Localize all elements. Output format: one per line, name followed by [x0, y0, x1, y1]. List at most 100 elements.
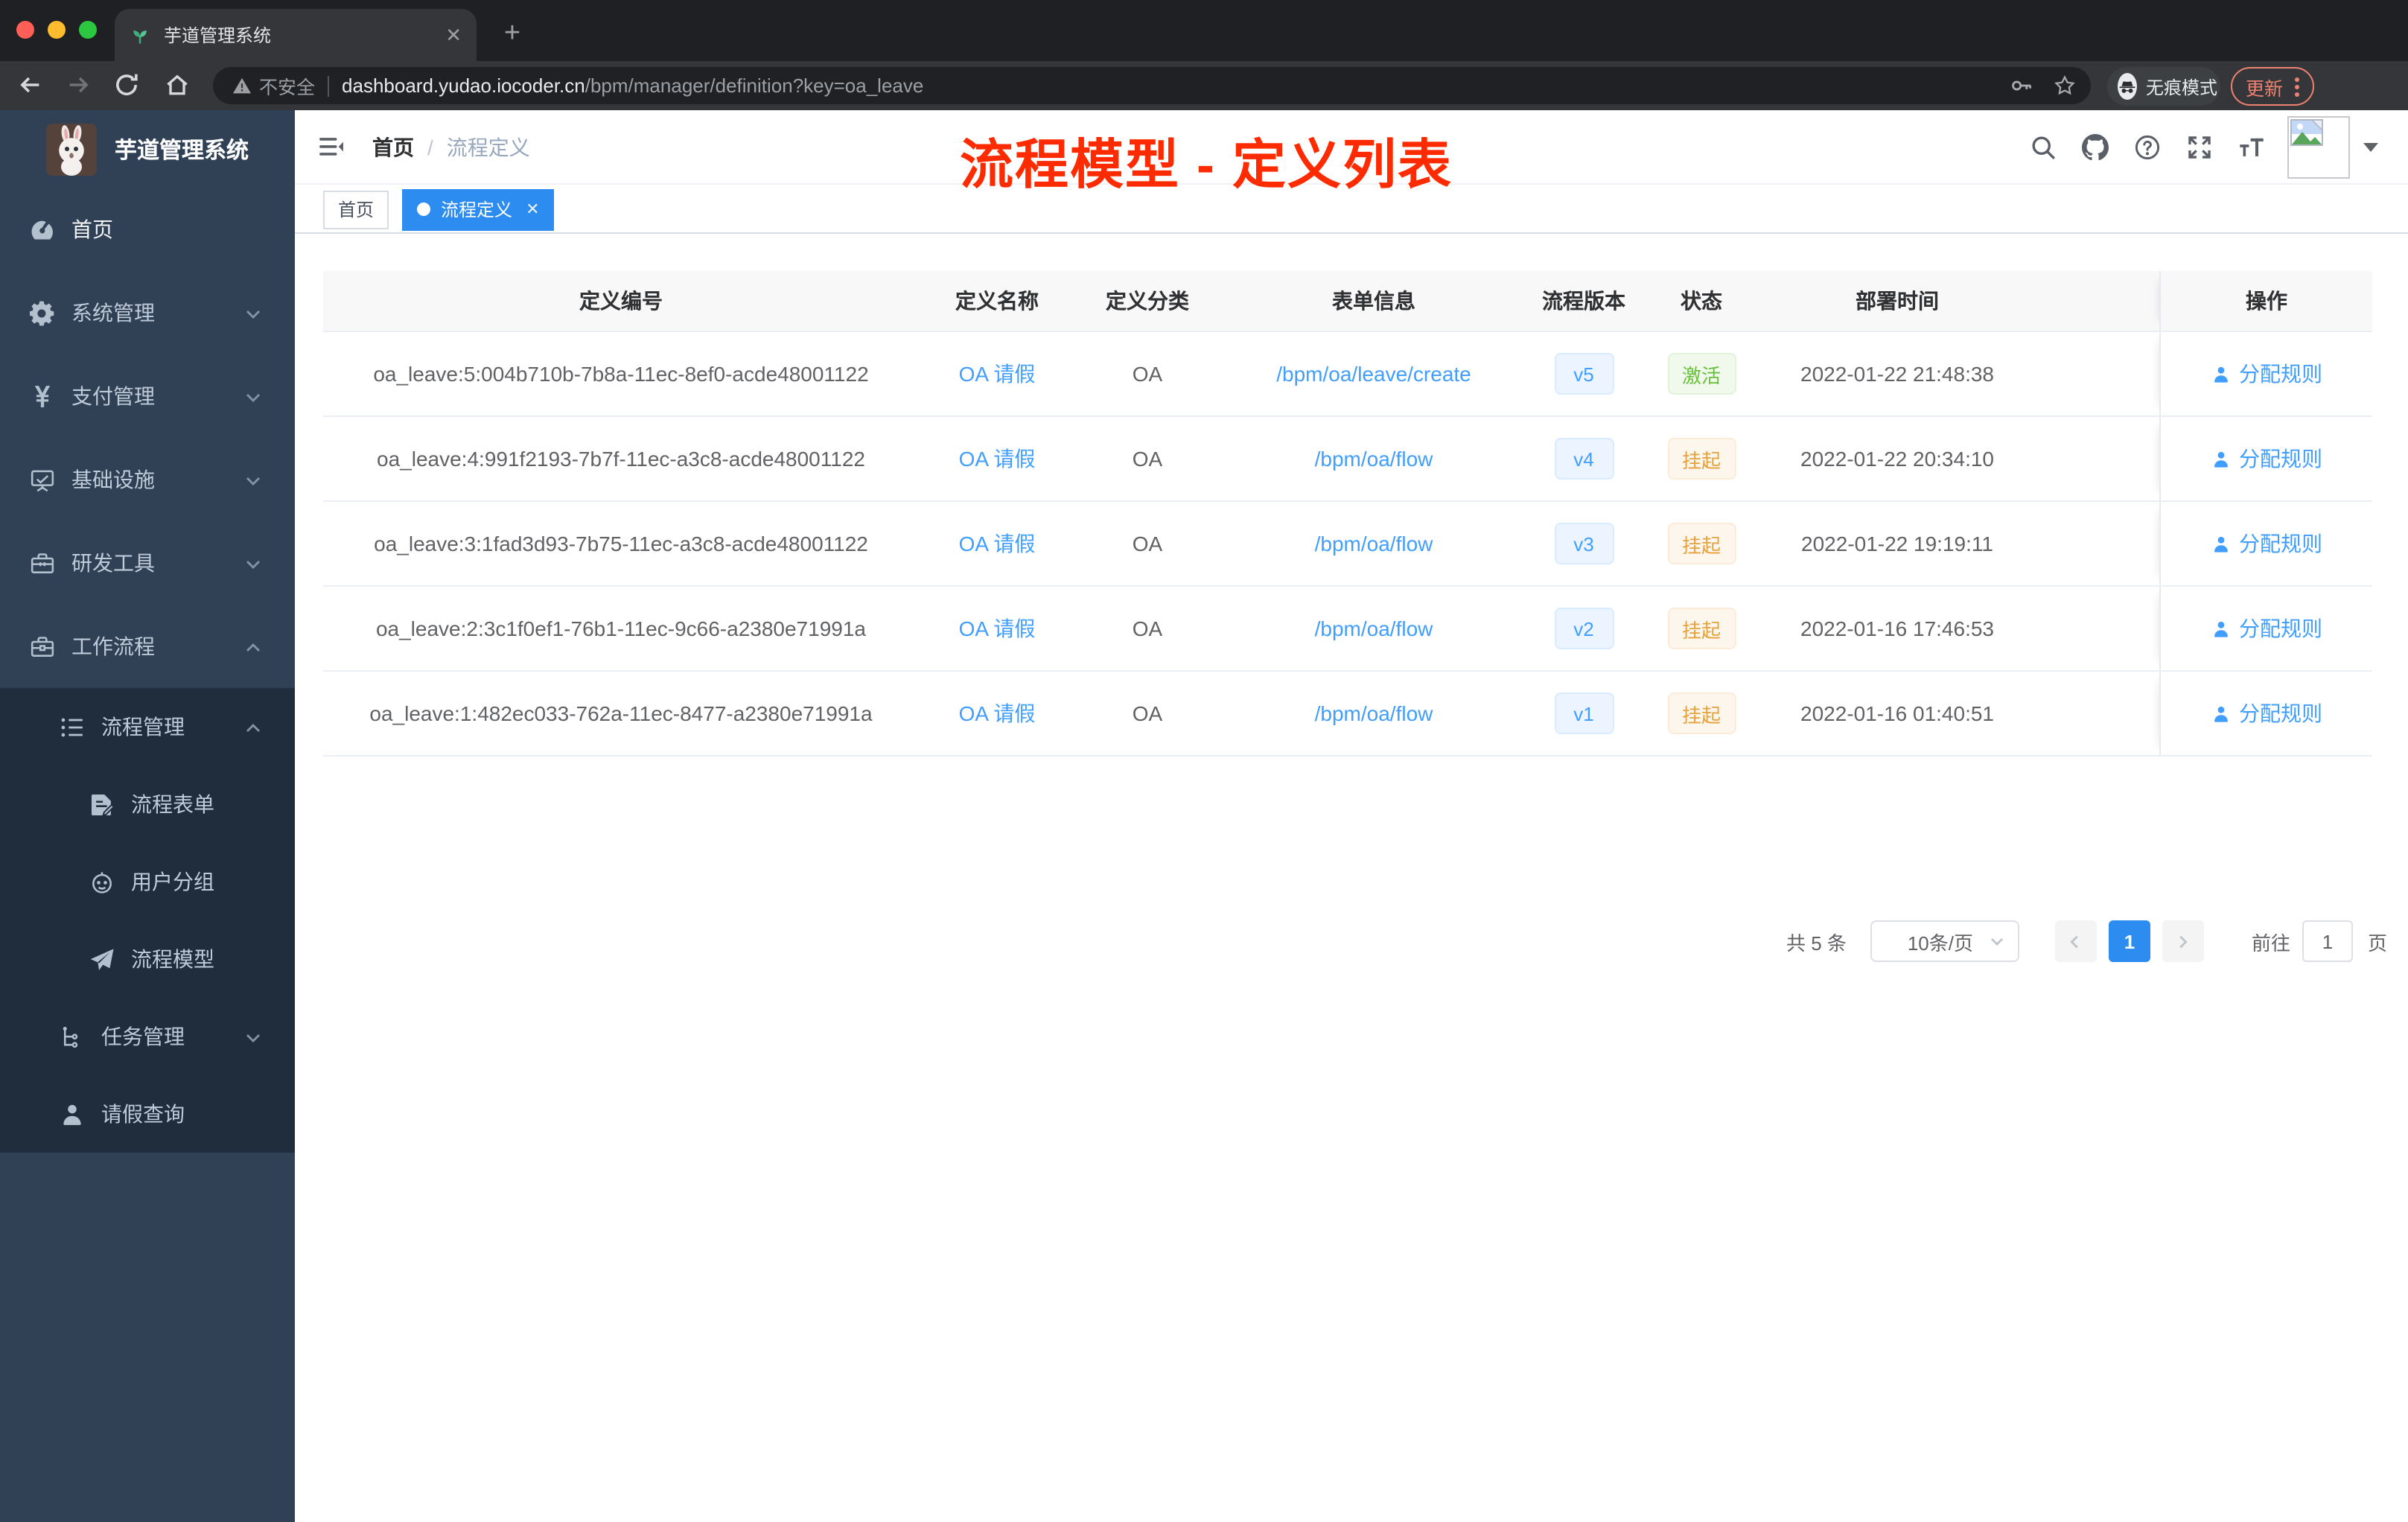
definition-name-link[interactable]: OA 请假 — [959, 444, 1036, 474]
window-close-button[interactable] — [16, 21, 34, 39]
cell-definition-name: OA 请假 — [919, 332, 1075, 415]
form-info-link[interactable]: /bpm/oa/flow — [1315, 701, 1433, 725]
cell-deploy-time: 2022-01-16 01:40:51 — [1800, 701, 1994, 725]
browser-tab[interactable]: 芋道管理系统 ✕ — [115, 9, 477, 61]
sidebar-item-l3-0[interactable]: 流程表单 — [0, 765, 295, 843]
form-info-link[interactable]: /bpm/oa/flow — [1315, 617, 1433, 640]
col-header-status: 状态 — [1681, 289, 1722, 313]
help-icon[interactable] — [2134, 134, 2161, 161]
sidebar-item-l3-1[interactable]: 用户分组 — [0, 843, 295, 920]
browser-update-button[interactable]: 更新 — [2231, 67, 2315, 106]
definition-name-link[interactable]: OA 请假 — [959, 698, 1036, 728]
breadcrumb-home[interactable]: 首页 — [372, 133, 414, 162]
warning-icon[interactable] — [232, 76, 252, 95]
cell-definition-name: OA 请假 — [919, 672, 1075, 755]
assign-rule-link[interactable]: 分配规则 — [2211, 444, 2322, 474]
font-size-icon[interactable] — [2238, 134, 2265, 161]
search-icon[interactable] — [2030, 134, 2057, 161]
user-avatar[interactable] — [2287, 116, 2350, 179]
assign-rule-link[interactable]: 分配规则 — [2211, 529, 2322, 558]
pagination-total: 共 5 条 — [1786, 932, 1847, 954]
cell-definition-id: oa_leave:2:3c1f0ef1-76b1-11ec-9c66-a2380… — [375, 617, 866, 640]
fullscreen-icon[interactable] — [2186, 134, 2213, 161]
definition-name-link[interactable]: OA 请假 — [959, 359, 1036, 389]
cell-definition-id: oa_leave:1:482ec033-762a-11ec-8477-a2380… — [369, 701, 873, 725]
col-header-deploy-time: 部署时间 — [1856, 289, 1939, 313]
sidebar-item-l1-5[interactable]: 工作流程 — [0, 605, 295, 688]
assign-rule-label: 分配规则 — [2239, 617, 2322, 640]
window-minimize-button[interactable] — [48, 21, 66, 39]
col-header-definition-name: 定义名称 — [955, 289, 1039, 313]
assign-rule-link[interactable]: 分配规则 — [2211, 614, 2322, 643]
cell-category: OA — [1132, 701, 1163, 725]
status-badge: 挂起 — [1667, 523, 1736, 564]
col-header-form-info: 表单信息 — [1332, 289, 1415, 313]
user-icon — [60, 1101, 85, 1127]
tag-home[interactable]: 首页 — [323, 190, 389, 229]
app: 芋道管理系统 首页系统管理 支付管理 基础设施 研发工具 工作流程流程管理流程表单 用户分… — [0, 110, 2408, 1522]
cell-definition-name: OA 请假 — [919, 587, 1075, 670]
cell-definition-id: oa_leave:4:991f2193-7b7f-11ec-a3c8-acde4… — [377, 447, 865, 471]
forward-icon[interactable] — [66, 71, 92, 98]
browser-menu-icon[interactable] — [2295, 77, 2300, 96]
hamburger-icon[interactable] — [319, 134, 344, 159]
form-info-link[interactable]: /bpm/oa/flow — [1315, 447, 1433, 471]
sidebar-item-label: 流程管理 — [101, 715, 185, 739]
reload-icon[interactable] — [113, 71, 140, 98]
key-icon[interactable] — [2010, 74, 2033, 97]
navbar-actions — [2004, 110, 2378, 185]
sidebar-item-l2-0[interactable]: 流程管理 — [0, 688, 295, 765]
sidebar-item-l2-1[interactable]: 任务管理 — [0, 998, 295, 1075]
back-icon[interactable] — [16, 71, 43, 98]
favicon-plant-icon — [130, 25, 150, 45]
table-row: oa_leave:5:004b710b-7b8a-11ec-8ef0-acde4… — [323, 332, 2372, 417]
sidebar-item-l1-3[interactable]: 基础设施 — [0, 438, 295, 521]
form-info-link[interactable]: /bpm/oa/flow — [1315, 532, 1433, 555]
tag-close-icon[interactable]: ✕ — [526, 200, 539, 219]
sidebar-item-l1-2[interactable]: 支付管理 — [0, 354, 295, 438]
chevron-down-icon — [244, 554, 262, 572]
sidebar-item-l1-1[interactable]: 系统管理 — [0, 271, 295, 354]
home-icon[interactable] — [164, 71, 191, 98]
breadcrumb-current: 流程定义 — [446, 136, 530, 159]
update-label: 更新 — [2246, 78, 2284, 99]
window-zoom-button[interactable] — [79, 21, 97, 39]
assign-rule-link[interactable]: 分配规则 — [2211, 698, 2322, 728]
sidebar-item-l3-2[interactable]: 流程模型 — [0, 920, 295, 998]
tab-close-icon[interactable]: ✕ — [445, 23, 462, 47]
github-icon[interactable] — [2082, 134, 2109, 161]
definition-name-link[interactable]: OA 请假 — [959, 529, 1036, 558]
current-page-button[interactable]: 1 — [2108, 920, 2150, 962]
url-path: /bpm/manager/definition?key=oa_leave — [585, 74, 924, 97]
annotation-overlay: 流程模型 - 定义列表 — [960, 134, 1453, 195]
sidebar-item-l1-4[interactable]: 研发工具 — [0, 521, 295, 605]
cell-status: 挂起 — [1640, 502, 1763, 585]
assign-rule-link[interactable]: 分配规则 — [2211, 359, 2322, 389]
form-icon — [89, 792, 115, 817]
sidebar-logo[interactable]: 芋道管理系统 — [0, 110, 295, 188]
tag-process-definition[interactable]: 流程定义 ✕ — [402, 188, 555, 230]
main-panel: 首页 / 流程定义 流程模型 - 定义列表 首页 流程定义 ✕ 定义编号 定义名… — [295, 110, 2408, 1522]
next-page-button[interactable] — [2162, 920, 2204, 962]
tag-label: 流程定义 — [441, 200, 513, 220]
sidebar-item-label: 首页 — [71, 217, 113, 241]
page-size-select[interactable]: 10条/页 — [1870, 920, 2019, 962]
chevron-down-icon[interactable] — [2363, 143, 2378, 152]
version-badge: v3 — [1554, 523, 1614, 564]
address-bar[interactable]: 不安全 dashboard.yudao.iocoder.cn/bpm/manag… — [213, 67, 2091, 104]
goto-page-input[interactable] — [2302, 920, 2353, 962]
cell-category: OA — [1132, 617, 1163, 640]
form-info-link[interactable]: /bpm/oa/leave/create — [1276, 362, 1471, 386]
cell-action: 分配规则 — [2159, 332, 2372, 415]
sidebar-item-l2-2[interactable]: 请假查询 — [0, 1075, 295, 1153]
assign-rule-label: 分配规则 — [2239, 532, 2322, 555]
cell-form-info: /bpm/oa/leave/create — [1220, 332, 1528, 415]
definition-name-link[interactable]: OA 请假 — [959, 614, 1036, 643]
bookmark-star-icon[interactable] — [2054, 74, 2076, 97]
col-header-category: 定义分类 — [1106, 289, 1189, 313]
cell-definition-name: OA 请假 — [919, 417, 1075, 500]
new-tab-button[interactable]: + — [491, 13, 533, 55]
prev-page-button[interactable] — [2054, 920, 2097, 962]
table-header-row: 定义编号 定义名称 定义分类 表单信息 流程版本 状态 部署时间 操作 — [323, 271, 2372, 332]
sidebar-item-l1-0[interactable]: 首页 — [0, 188, 295, 271]
